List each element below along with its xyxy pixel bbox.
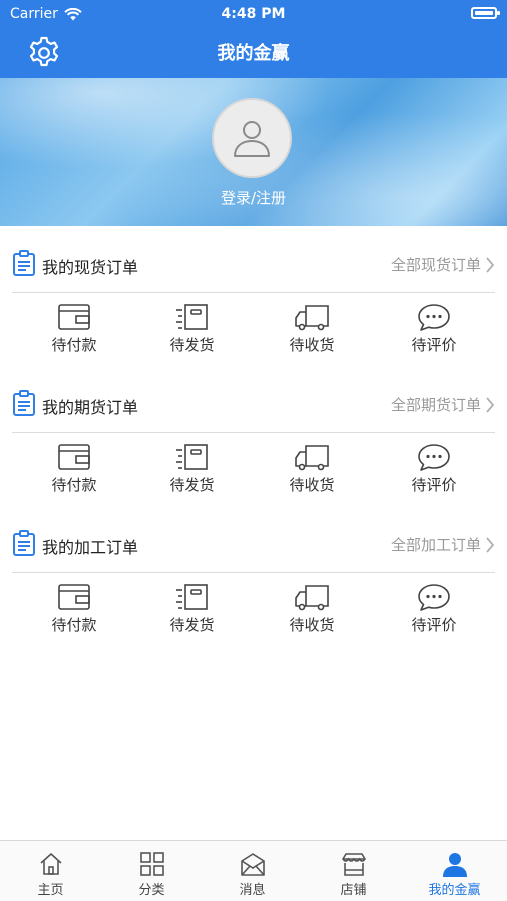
login-register-link[interactable]: 登录/注册 <box>0 187 507 208</box>
tab-label: 消息 <box>239 883 266 898</box>
tab-messages[interactable]: 消息 <box>202 851 303 898</box>
truck-icon <box>295 585 329 611</box>
package-icon <box>176 584 208 610</box>
view-all-orders-link[interactable]: 全部期货订单 <box>391 394 495 415</box>
home-icon <box>39 853 62 875</box>
order-status-label: 待评价 <box>411 616 457 634</box>
pending-payment-button[interactable]: 待付款 <box>24 582 124 635</box>
pending-shipment-button[interactable]: 待发货 <box>142 582 242 635</box>
status-bar: Carrier 4:48 PM <box>0 0 507 28</box>
tab-shop[interactable]: 店铺 <box>303 851 404 898</box>
mail-icon <box>240 853 265 876</box>
tab-bar: 主页 分类 消息 店铺 我的金赢 <box>0 840 507 901</box>
truck-icon <box>295 445 329 471</box>
package-icon <box>176 304 208 330</box>
chat-icon <box>418 584 450 611</box>
chevron-right-icon <box>486 396 495 413</box>
tab-home[interactable]: 主页 <box>0 851 101 898</box>
order-status-label: 待付款 <box>51 476 97 494</box>
shop-icon <box>341 853 366 876</box>
futures-orders-section: 我的期货订单 全部期货订单待付款 待发货 待收货 待评价 <box>0 366 507 496</box>
order-status-label: 待收货 <box>289 336 335 354</box>
order-status-row: 待付款 待发货 待收货 待评价 <box>0 302 507 362</box>
avatar[interactable] <box>212 98 292 178</box>
view-all-orders-link[interactable]: 全部加工订单 <box>391 534 495 555</box>
profile-banner: 登录/注册 <box>0 78 507 226</box>
tab-categories[interactable]: 分类 <box>101 851 202 898</box>
order-status-label: 待付款 <box>51 336 97 354</box>
pending-receipt-button[interactable]: 待收货 <box>262 582 362 635</box>
chevron-right-icon <box>486 536 495 553</box>
processing-orders-section: 我的加工订单 全部加工订单待付款 待发货 待收货 待评价 <box>0 506 507 636</box>
pending-shipment-button[interactable]: 待发货 <box>142 442 242 495</box>
order-status-label: 待收货 <box>289 476 335 494</box>
view-all-label: 全部期货订单 <box>390 396 481 414</box>
view-all-orders-link[interactable]: 全部现货订单 <box>391 254 495 275</box>
clipboard-icon <box>13 250 35 276</box>
tab-label: 店铺 <box>340 883 367 898</box>
pending-shipment-button[interactable]: 待发货 <box>142 302 242 355</box>
grid-icon <box>139 852 164 876</box>
view-all-label: 全部加工订单 <box>390 536 481 554</box>
pending-review-button[interactable]: 待评价 <box>384 302 484 355</box>
wallet-icon <box>58 444 90 470</box>
clipboard-icon <box>13 530 35 556</box>
pending-receipt-button[interactable]: 待收货 <box>262 442 362 495</box>
order-status-row: 待付款 待发货 待收货 待评价 <box>0 442 507 502</box>
order-status-label: 待收货 <box>289 616 335 634</box>
tab-label: 主页 <box>37 883 64 898</box>
order-status-label: 待发货 <box>169 616 215 634</box>
pending-receipt-button[interactable]: 待收货 <box>262 302 362 355</box>
tab-label: 我的金赢 <box>428 883 481 898</box>
order-status-label: 待评价 <box>411 336 457 354</box>
pending-payment-button[interactable]: 待付款 <box>24 442 124 495</box>
spot-orders-section: 我的现货订单 全部现货订单待付款 待发货 待收货 待评价 <box>0 226 507 356</box>
status-time: 4:48 PM <box>221 6 286 22</box>
pending-payment-button[interactable]: 待付款 <box>24 302 124 355</box>
clipboard-icon <box>13 390 35 416</box>
section-title: 我的加工订单 <box>42 538 139 557</box>
section-header: 我的加工订单 全部加工订单 <box>12 506 495 573</box>
section-title: 我的现货订单 <box>42 258 139 277</box>
wallet-icon <box>58 584 90 610</box>
section-header: 我的期货订单 全部期货订单 <box>12 366 495 433</box>
order-status-row: 待付款 待发货 待收货 待评价 <box>0 582 507 642</box>
wallet-icon <box>58 304 90 330</box>
package-icon <box>176 444 208 470</box>
person-icon <box>442 853 467 877</box>
order-status-label: 待发货 <box>169 336 215 354</box>
battery-icon <box>471 7 500 19</box>
user-icon <box>234 121 270 157</box>
tab-mine[interactable]: 我的金赢 <box>404 851 505 898</box>
chat-icon <box>418 444 450 471</box>
page-title: 我的金赢 <box>217 43 290 64</box>
top-bar: Carrier 4:48 PM 我的金赢 <box>0 0 507 78</box>
order-status-label: 待评价 <box>411 476 457 494</box>
view-all-label: 全部现货订单 <box>390 256 481 274</box>
section-header: 我的现货订单 全部现货订单 <box>12 226 495 293</box>
pending-review-button[interactable]: 待评价 <box>384 442 484 495</box>
order-status-label: 待付款 <box>51 616 97 634</box>
pending-review-button[interactable]: 待评价 <box>384 582 484 635</box>
truck-icon <box>295 305 329 331</box>
chevron-right-icon <box>486 256 495 273</box>
order-status-label: 待发货 <box>169 476 215 494</box>
section-title: 我的期货订单 <box>42 398 139 417</box>
tab-label: 分类 <box>138 883 165 898</box>
chat-icon <box>418 304 450 331</box>
